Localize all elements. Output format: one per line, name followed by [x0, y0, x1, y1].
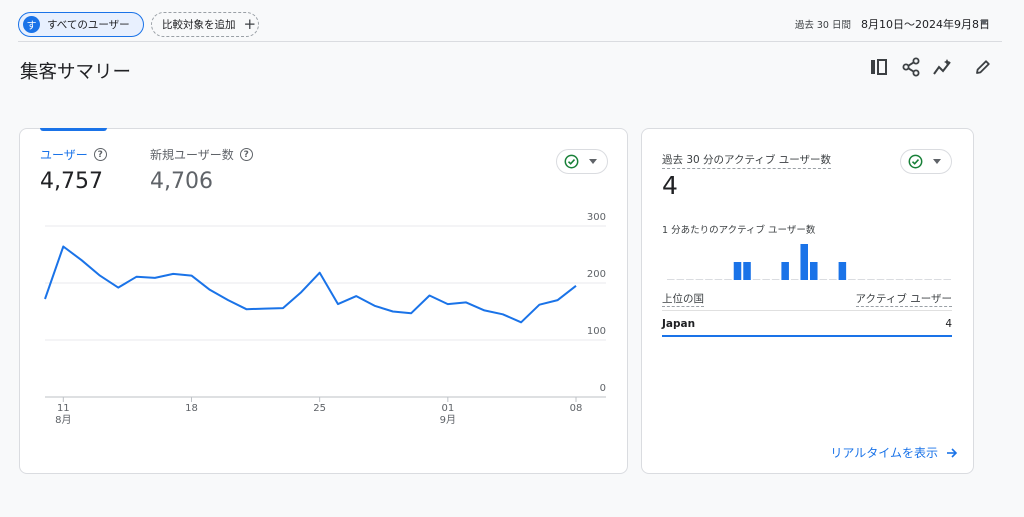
bar-empty — [676, 279, 685, 280]
view-realtime-label: リアルタイムを表示 — [830, 446, 938, 460]
country-name: Japan — [662, 318, 696, 330]
x-tick-label: 18 — [185, 403, 198, 414]
bar-empty — [762, 279, 770, 280]
bar-empty — [819, 279, 828, 280]
bar-empty — [829, 279, 837, 280]
y-tick-label: 200 — [587, 269, 606, 280]
y-tick-label: 100 — [587, 326, 606, 337]
bar-empty — [895, 279, 904, 280]
bar-empty — [867, 279, 875, 280]
arrow-right-icon — [947, 447, 958, 458]
date-range-value: 8月10日～2024年9月8日 — [861, 18, 990, 31]
x-month-label: 8月 — [55, 414, 71, 426]
bar-empty — [886, 279, 894, 280]
users-summary-card: ユーザー ? 4,757 新規ユーザー数 ? 4,706 0 100 200 300 1… — [19, 128, 628, 474]
edit-icon[interactable] — [972, 56, 994, 78]
bar-empty — [686, 279, 694, 280]
bar-empty — [724, 279, 732, 280]
bar-empty — [667, 279, 675, 280]
top-bar: す すべてのユーザー 比較対象を追加 + 過去 30 日間 8月10日～2024… — [0, 0, 1024, 44]
x-tick-label: 01 — [441, 403, 454, 414]
divider — [662, 310, 952, 311]
bar — [800, 244, 808, 280]
page-title: 集客サマリー — [20, 62, 132, 83]
segment-label: すべてのユーザー — [47, 19, 130, 31]
bar — [810, 262, 818, 280]
realtime-card: 過去 30 分のアクティブ ユーザー数 4 1 分あたりのアクティブ ユーザー数… — [641, 128, 974, 474]
divider — [18, 41, 1002, 42]
x-tick-label: 08 — [570, 403, 583, 414]
bar-empty — [876, 279, 885, 280]
y-tick-label: 300 — [587, 212, 606, 223]
bar-empty — [943, 279, 951, 280]
bar — [781, 262, 789, 280]
view-realtime-link[interactable]: リアルタイムを表示 — [830, 444, 958, 461]
x-month-label: 9月 — [440, 414, 456, 426]
country-count: 4 — [945, 318, 952, 330]
bar-empty — [848, 279, 856, 280]
bar-empty — [905, 279, 913, 280]
bar-empty — [857, 279, 866, 280]
users-series-line — [44, 245, 577, 324]
country-share-bar — [662, 335, 952, 337]
bar — [733, 262, 742, 280]
bar-empty — [752, 279, 761, 280]
bar-empty — [914, 279, 923, 280]
compare-columns-icon[interactable] — [868, 56, 890, 78]
segment-avatar: す — [23, 16, 40, 33]
bar-empty — [714, 279, 723, 280]
chevron-down-icon[interactable] — [980, 20, 988, 25]
bar-empty — [705, 279, 713, 280]
bar-empty — [924, 279, 932, 280]
top-country-header: 上位の国 — [662, 293, 704, 307]
x-tick-label: 11 — [57, 403, 70, 414]
users-line-chart: 0 100 200 300 118月 18 25 019月 08 — [44, 212, 606, 426]
bar-empty — [933, 279, 942, 280]
active-users-header: アクティブ ユーザー — [855, 293, 952, 307]
bar-empty — [790, 279, 799, 280]
segment-chip-all-users[interactable]: す すべてのユーザー — [18, 12, 144, 37]
bar — [743, 262, 751, 280]
x-tick-label: 25 — [313, 403, 326, 414]
add-comparison-button[interactable]: 比較対象を追加 + — [151, 12, 259, 37]
bar-empty — [771, 279, 780, 280]
bar — [838, 262, 847, 280]
bar-empty — [695, 279, 704, 280]
y-tick-label: 0 — [600, 383, 606, 394]
add-comparison-label: 比較対象を追加 — [162, 19, 236, 31]
share-icon[interactable] — [900, 56, 922, 78]
plus-icon: + — [243, 15, 257, 33]
insights-icon[interactable] — [932, 56, 954, 78]
date-range-selector[interactable]: 過去 30 日間 8月10日～2024年9月8日 — [795, 16, 990, 32]
date-range-prefix: 過去 30 日間 — [794, 20, 851, 31]
